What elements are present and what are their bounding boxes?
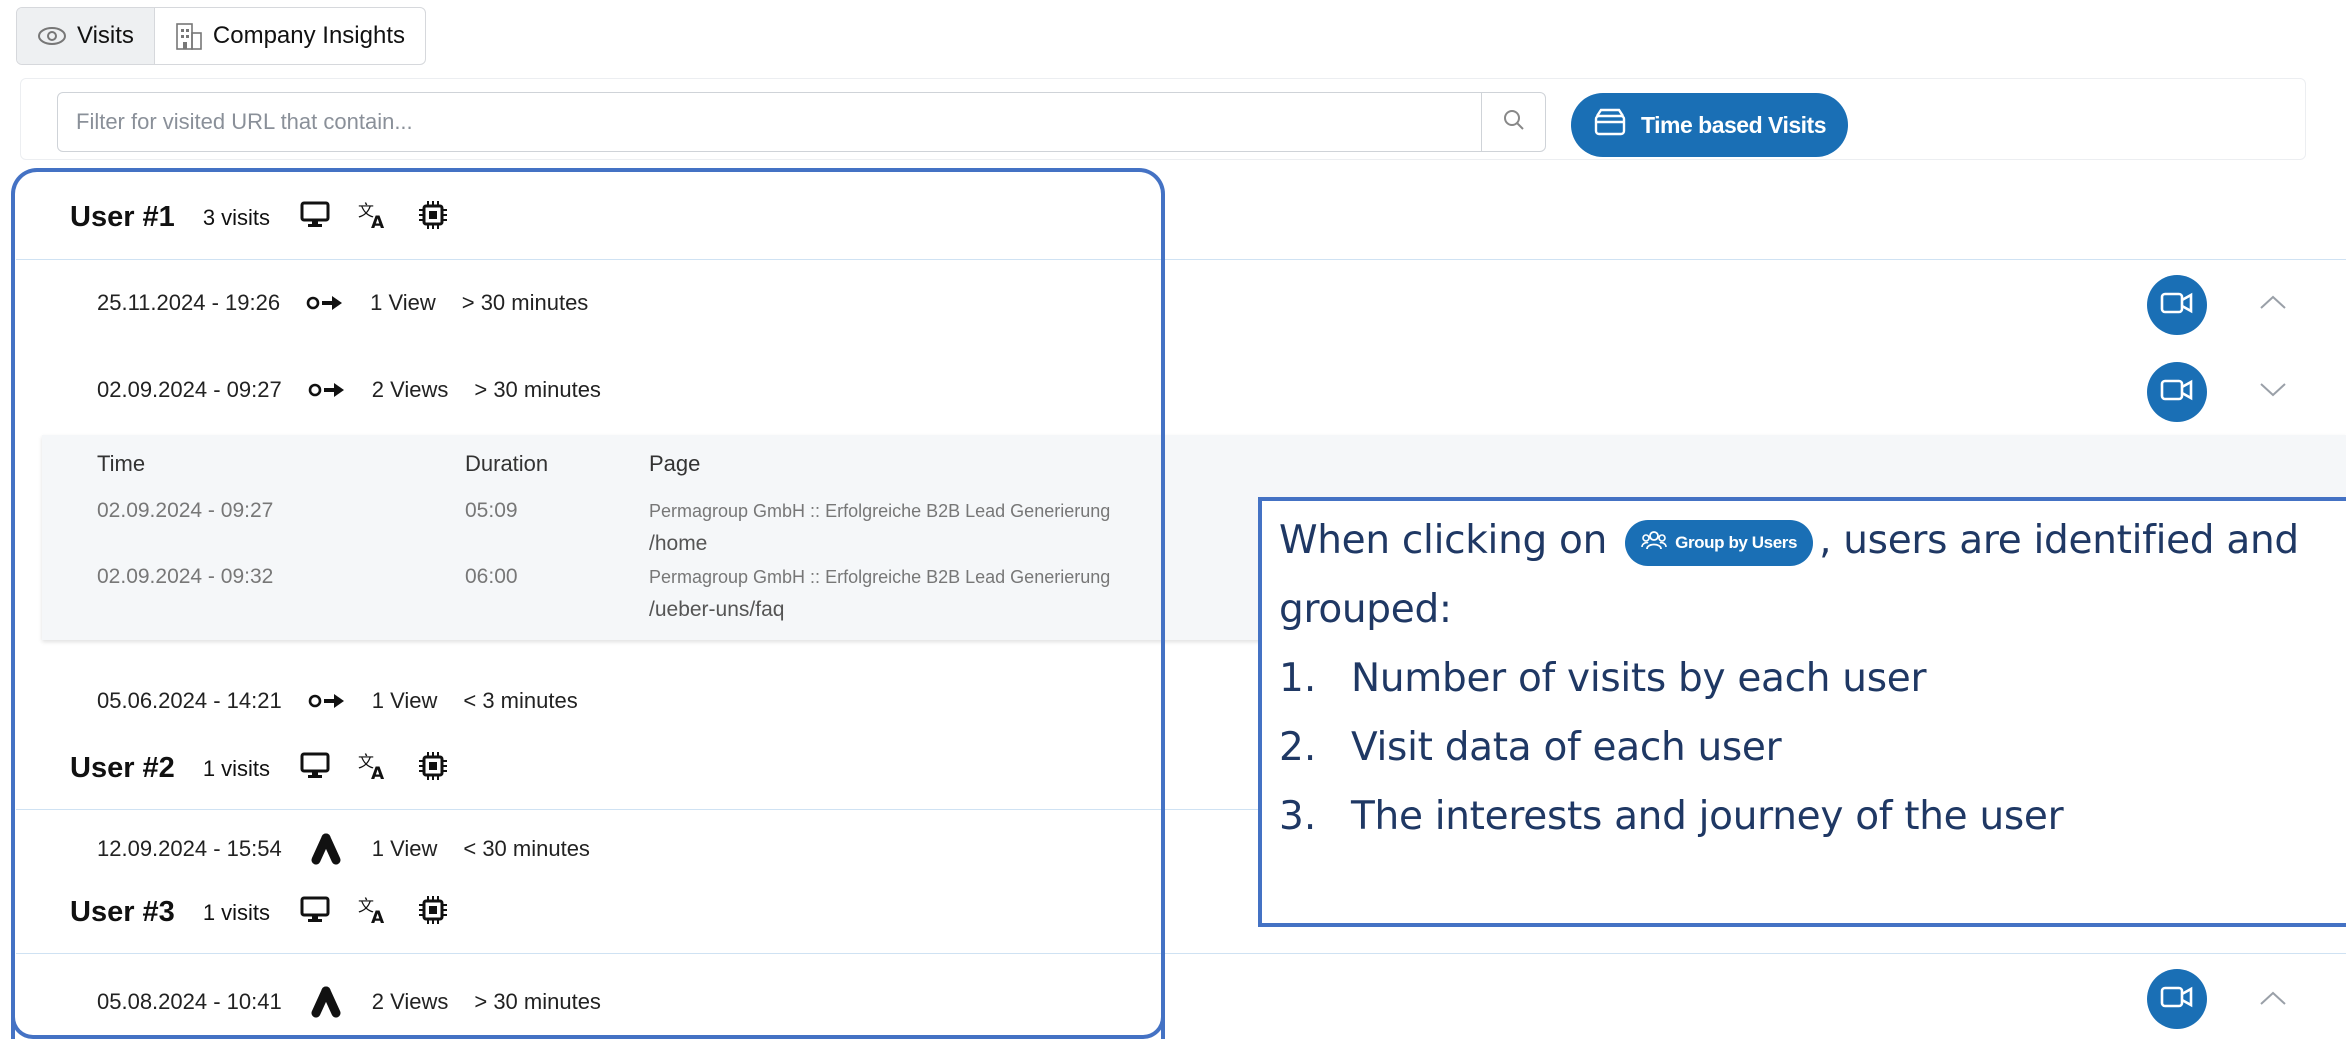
- search-icon: [1502, 108, 1526, 137]
- session-replay-button[interactable]: [2147, 362, 2207, 422]
- url-filter-input[interactable]: [58, 93, 1481, 151]
- tab-company-insights[interactable]: Company Insights: [155, 8, 425, 64]
- chevron-up-icon: [2258, 990, 2288, 1011]
- tab-company-insights-label: Company Insights: [212, 22, 405, 49]
- collapse-chevron-button[interactable]: [2258, 990, 2288, 1010]
- chevron-down-icon: [2258, 382, 2288, 403]
- eye-icon: [37, 26, 67, 46]
- chevron-up-icon: [2258, 294, 2288, 315]
- time-based-visits-label: Time based Visits: [1641, 111, 1826, 138]
- video-camera-icon: [2159, 983, 2195, 1016]
- video-camera-icon: [2159, 289, 2195, 322]
- expand-chevron-button[interactable]: [2258, 382, 2288, 402]
- callout-item: Visit data of each user: [1351, 725, 1782, 770]
- archive-icon: [1593, 107, 1627, 143]
- video-camera-icon: [2159, 376, 2195, 409]
- time-based-visits-button[interactable]: Time based Visits: [1571, 93, 1848, 157]
- tab-visits-label: Visits: [77, 22, 134, 49]
- list-number: 3.: [1279, 794, 1317, 839]
- tab-visits[interactable]: Visits: [17, 8, 155, 64]
- list-number: 1.: [1279, 656, 1317, 701]
- callout-item: Number of visits by each user: [1351, 656, 1927, 701]
- list-number: 2.: [1279, 725, 1317, 770]
- session-replay-button[interactable]: [2147, 275, 2207, 335]
- callout-line-1: When clicking on Group by Users , users …: [1279, 518, 2299, 566]
- group-by-users-label: Group by Users: [1675, 532, 1798, 552]
- callout-text-after: , users are identified and: [1819, 518, 2299, 563]
- session-replay-button[interactable]: [2147, 969, 2207, 1029]
- callout-line-2: grouped:: [1279, 587, 1452, 632]
- url-filter: [57, 92, 1546, 152]
- callout-text-before: When clicking on: [1279, 518, 1608, 563]
- building-icon: [175, 21, 203, 51]
- group-by-users-badge: Group by Users: [1625, 519, 1814, 566]
- view-tabs: Visits Company Insights: [16, 7, 426, 65]
- highlight-frame-bottom: [11, 1015, 1165, 1039]
- collapse-chevron-button[interactable]: [2258, 294, 2288, 314]
- users-group-icon: [1641, 529, 1667, 556]
- callout-item: The interests and journey of the user: [1351, 794, 2064, 839]
- highlight-frame: [11, 168, 1165, 1039]
- search-button[interactable]: [1481, 93, 1545, 151]
